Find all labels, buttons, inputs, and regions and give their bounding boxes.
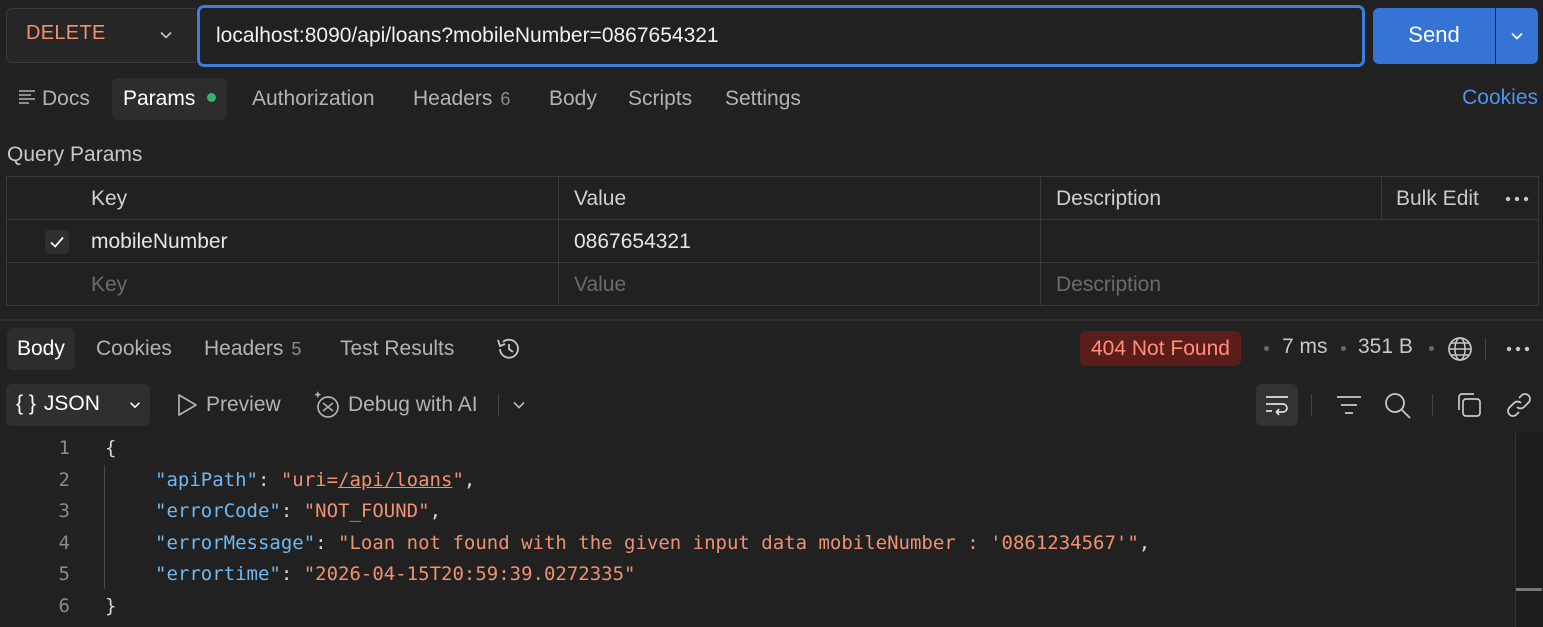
- tab-headers-label: Headers: [413, 87, 493, 110]
- json-key: "errorCode": [155, 500, 281, 522]
- braces-icon: { }: [16, 392, 36, 415]
- more-options-icon[interactable]: [1505, 196, 1529, 202]
- status-badge[interactable]: 404 Not Found: [1080, 331, 1241, 366]
- chevron-down-icon[interactable]: [511, 397, 527, 413]
- tab-authorization-label: Authorization: [252, 87, 375, 110]
- line-number: 5: [58, 563, 70, 585]
- line-number: 4: [58, 532, 70, 554]
- table-row-empty: Key Value Description: [7, 263, 1538, 306]
- url-input[interactable]: localhost:8090/api/loans?mobileNumber=08…: [197, 5, 1365, 67]
- section-divider: [0, 319, 1543, 321]
- tab-docs-label: Docs: [42, 87, 90, 110]
- wrap-lines-button[interactable]: [1256, 384, 1298, 426]
- method-select[interactable]: DELETE: [6, 8, 196, 63]
- new-description-input[interactable]: Description: [1056, 263, 1161, 306]
- json-key: "errortime": [155, 563, 281, 585]
- docs-icon: [19, 90, 35, 105]
- code-line: }: [105, 595, 117, 617]
- response-tab-body[interactable]: Body: [7, 328, 75, 370]
- query-params-title: Query Params: [7, 143, 143, 166]
- tab-body[interactable]: Body: [549, 78, 597, 120]
- response-size[interactable]: 351 B: [1358, 335, 1413, 359]
- code-line: "errorMessage": "Loan not found with the…: [155, 532, 1151, 554]
- json-key: "errorMessage": [155, 532, 316, 554]
- search-icon[interactable]: [1384, 392, 1412, 420]
- response-headers-count: 5: [291, 339, 302, 359]
- line-number: 6: [58, 595, 70, 617]
- method-label: DELETE: [26, 22, 106, 44]
- link-icon[interactable]: [1505, 391, 1533, 419]
- copy-icon[interactable]: [1456, 392, 1482, 418]
- tab-params[interactable]: Params: [112, 78, 228, 120]
- debug-with-ai-button[interactable]: Debug with AI: [348, 393, 478, 417]
- wrap-lines-icon: [1266, 396, 1288, 416]
- new-key-input[interactable]: Key: [91, 263, 127, 306]
- chevron-down-icon: [1511, 32, 1523, 40]
- param-value-cell[interactable]: 0867654321: [574, 220, 691, 263]
- response-tab-headers[interactable]: Headers 5: [204, 328, 301, 370]
- tab-headers[interactable]: Headers 6: [413, 78, 510, 120]
- tab-scripts[interactable]: Scripts: [628, 78, 692, 120]
- preview-button[interactable]: Preview: [206, 393, 281, 417]
- cookies-link[interactable]: Cookies: [1462, 86, 1538, 110]
- globe-icon[interactable]: [1447, 336, 1473, 362]
- format-select[interactable]: { } JSON: [6, 384, 150, 426]
- json-string: "NOT_FOUND": [303, 500, 430, 522]
- history-icon[interactable]: [495, 336, 523, 362]
- tab-params-label: Params: [123, 87, 196, 110]
- editor-scrollbar[interactable]: [1515, 433, 1543, 627]
- line-number: 3: [58, 500, 70, 522]
- debug-ai-icon: [314, 391, 339, 418]
- format-label: { } JSON: [16, 392, 100, 416]
- col-value-header: Value: [574, 187, 627, 210]
- json-key: "apiPath": [155, 469, 258, 491]
- json-link[interactable]: /api/loans: [338, 469, 452, 491]
- send-options-button[interactable]: [1496, 8, 1538, 64]
- tab-settings[interactable]: Settings: [725, 78, 801, 120]
- code-line: "apiPath": "uri=/api/loans",: [155, 469, 476, 491]
- response-body-editor[interactable]: 1 2 3 4 5 6 { "apiPath": "uri=/api/loans…: [0, 433, 1515, 627]
- tab-authorization[interactable]: Authorization: [252, 78, 375, 120]
- bulk-edit-button[interactable]: Bulk Edit: [1396, 177, 1479, 220]
- tab-body-label: Body: [549, 87, 597, 110]
- param-enabled-checkbox[interactable]: [45, 230, 69, 254]
- tab-scripts-label: Scripts: [628, 87, 693, 110]
- play-icon: [178, 394, 197, 416]
- check-icon: [50, 236, 64, 248]
- code-line: {: [105, 437, 117, 459]
- line-number: 2: [58, 469, 70, 491]
- request-tabs: Docs Params Authorization Headers 6 Body …: [0, 78, 1543, 120]
- json-string: "Loan not found with the given input dat…: [338, 532, 1139, 554]
- code-line: "errortime": "2026-04-15T20:59:39.027233…: [155, 563, 636, 585]
- format-value: JSON: [43, 392, 100, 415]
- param-key-cell[interactable]: mobileNumber: [91, 220, 228, 263]
- response-tab-cookies[interactable]: Cookies: [96, 328, 172, 370]
- more-options-icon[interactable]: [1506, 346, 1530, 352]
- filter-icon[interactable]: [1336, 395, 1362, 415]
- response-tab-test-results[interactable]: Test Results: [340, 328, 454, 370]
- chevron-down-icon: [160, 31, 172, 39]
- send-button[interactable]: Send: [1373, 8, 1495, 64]
- line-number: 1: [58, 437, 70, 459]
- json-string: "uri=: [280, 469, 339, 491]
- headers-count: 6: [500, 89, 511, 109]
- col-description-header: Description: [1056, 187, 1162, 210]
- col-key-header: Key: [91, 187, 128, 210]
- tab-docs[interactable]: Docs: [18, 78, 90, 120]
- table-row: mobileNumber 0867654321: [7, 220, 1538, 263]
- url-text: localhost:8090/api/loans?mobileNumber=08…: [216, 24, 719, 47]
- params-active-dot: [207, 92, 217, 102]
- json-string: "2026-04-15T20:59:39.0272335": [303, 563, 636, 585]
- tab-settings-label: Settings: [725, 87, 801, 110]
- query-params-table: Key Value Description Bulk Edit mobileNu…: [6, 176, 1539, 306]
- table-header-row: Key Value Description Bulk Edit: [7, 177, 1538, 220]
- code-line: "errorCode": "NOT_FOUND",: [155, 500, 442, 522]
- chevron-down-icon: [130, 402, 140, 409]
- response-tab-headers-label: Headers: [204, 337, 284, 360]
- new-value-input[interactable]: Value: [574, 263, 626, 306]
- send-label: Send: [1408, 22, 1460, 47]
- json-string: ": [452, 469, 464, 491]
- response-time[interactable]: 7 ms: [1282, 335, 1328, 359]
